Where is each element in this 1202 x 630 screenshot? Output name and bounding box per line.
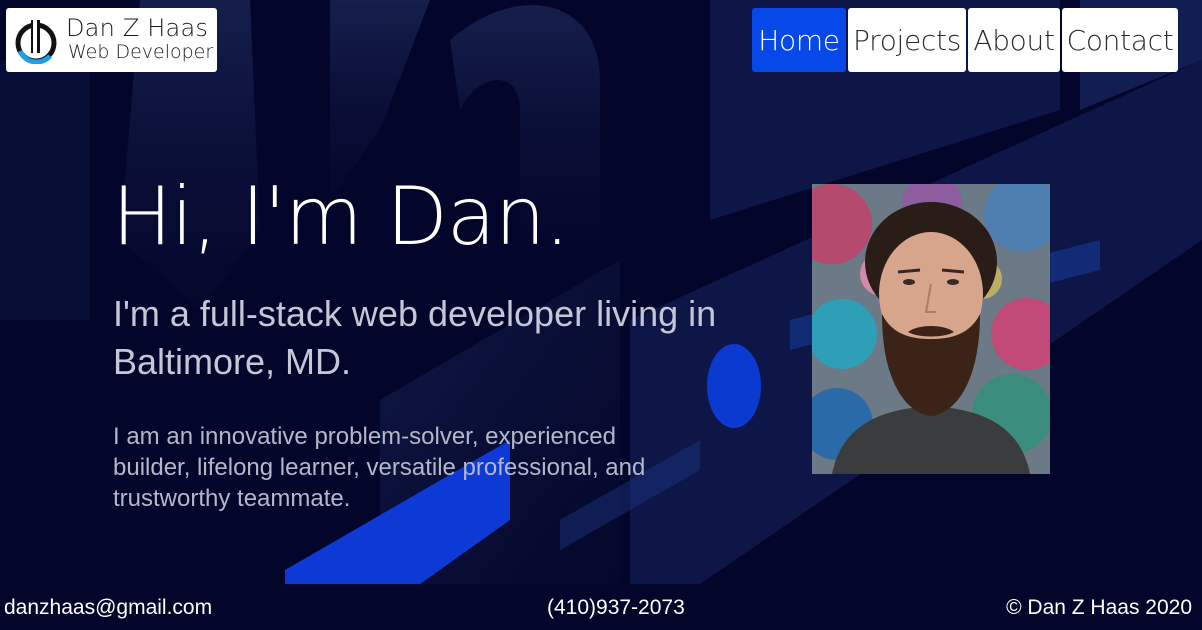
footer-email-link[interactable]: danzhaas@gmail.com bbox=[4, 596, 212, 620]
site-footer: danzhaas@gmail.com (410)937-2073 © Dan Z… bbox=[0, 584, 1202, 630]
dzh-monogram-icon bbox=[14, 16, 62, 65]
logo-name: Dan Z Haas bbox=[66, 14, 209, 42]
site-logo[interactable]: Dan Z Haas Web Developer bbox=[6, 8, 217, 72]
profile-photo bbox=[812, 184, 1050, 474]
nav-home-button[interactable]: Home bbox=[752, 8, 846, 72]
footer-phone-link[interactable]: (410)937-2073 bbox=[547, 596, 685, 620]
logo-text: Dan Z Haas Web Developer bbox=[66, 14, 213, 62]
nav-about-button[interactable]: About bbox=[968, 8, 1060, 72]
logo-subtitle: Web Developer bbox=[68, 41, 214, 63]
footer-copyright: © Dan Z Haas 2020 bbox=[1006, 596, 1192, 619]
hero-description: I am an innovative problem-solver, exper… bbox=[113, 423, 646, 512]
nav-contact-button[interactable]: Contact bbox=[1062, 8, 1178, 72]
nav-projects-button[interactable]: Projects bbox=[848, 8, 966, 72]
hero-subtitle: I'm a full-stack web developer living in… bbox=[113, 293, 717, 382]
hero-title: Hi, I'm Dan. bbox=[112, 170, 570, 263]
